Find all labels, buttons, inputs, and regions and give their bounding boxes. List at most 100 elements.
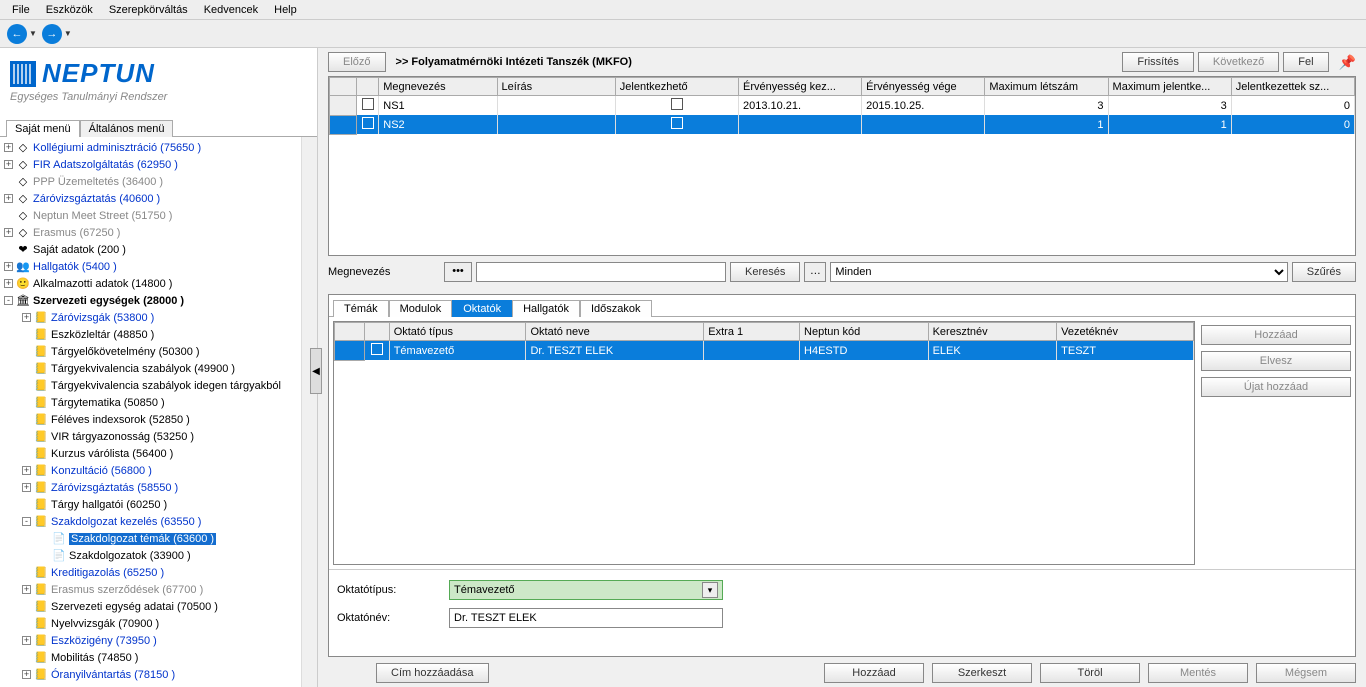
- tree-node[interactable]: 📄Szakdolgozatok (33900 ): [0, 547, 317, 564]
- tree-node[interactable]: 📒Tárgyelőkövetelmény (50300 ): [0, 343, 317, 360]
- tree-node[interactable]: +📒Konzultáció (56800 ): [0, 462, 317, 479]
- checkbox-icon[interactable]: [671, 98, 683, 110]
- subtab-hallgatók[interactable]: Hallgatók: [512, 300, 580, 317]
- column-header[interactable]: Jelentkezhető: [615, 78, 738, 96]
- nav-tree[interactable]: +◇Kollégiumi adminisztráció (75650 )+◇FI…: [0, 137, 317, 687]
- expand-toggle-icon[interactable]: [22, 415, 31, 424]
- expand-toggle-icon[interactable]: [22, 381, 31, 390]
- expand-toggle-icon[interactable]: [22, 653, 31, 662]
- tree-node[interactable]: +📒Záróvizsgák (53800 ): [0, 309, 317, 326]
- filter-button[interactable]: Szűrés: [1292, 262, 1356, 282]
- expand-toggle-icon[interactable]: +: [4, 262, 13, 271]
- tree-node[interactable]: +📒Erasmus szerződések (67700 ): [0, 581, 317, 598]
- column-header[interactable]: Neptun kód: [800, 323, 929, 341]
- expand-toggle-icon[interactable]: +: [4, 228, 13, 237]
- subtab-modulok[interactable]: Modulok: [389, 300, 453, 317]
- chevron-down-icon[interactable]: ▾: [702, 582, 718, 598]
- menu-file[interactable]: File: [4, 2, 38, 18]
- menu-kedvencek[interactable]: Kedvencek: [196, 2, 266, 18]
- tree-node[interactable]: +◇Erasmus (67250 ): [0, 224, 317, 241]
- pin-icon[interactable]: 📌: [1339, 54, 1356, 71]
- column-header[interactable]: Jelentkezettek sz...: [1231, 78, 1354, 96]
- menu-help[interactable]: Help: [266, 2, 305, 18]
- tree-node[interactable]: 📄Szakdolgozat témák (63600 ): [0, 530, 317, 547]
- expand-toggle-icon[interactable]: +: [22, 636, 31, 645]
- row-checkbox[interactable]: [362, 117, 374, 129]
- expand-toggle-icon[interactable]: +: [4, 279, 13, 288]
- refresh-button[interactable]: Frissítés: [1122, 52, 1194, 72]
- tree-node[interactable]: 📒Szervezeti egység adatai (70500 ): [0, 598, 317, 615]
- expand-toggle-icon[interactable]: [22, 364, 31, 373]
- expand-toggle-icon[interactable]: +: [22, 670, 31, 679]
- expand-toggle-icon[interactable]: -: [22, 517, 31, 526]
- tree-node[interactable]: ◇PPP Üzemeltetés (36400 ): [0, 173, 317, 190]
- sidebar-tab[interactable]: Saját menü: [6, 120, 80, 137]
- tree-node[interactable]: +📒Eszközigény (73950 ): [0, 632, 317, 649]
- tree-node[interactable]: -🏛Szervezeti egységek (28000 ): [0, 292, 317, 309]
- nav-back-button[interactable]: ←: [7, 24, 27, 44]
- edit-button[interactable]: Szerkeszt: [932, 663, 1032, 683]
- more-button[interactable]: …: [804, 262, 826, 282]
- column-header[interactable]: Oktató típus: [389, 323, 526, 341]
- tree-node[interactable]: 📒Nyelvvizsgák (70900 ): [0, 615, 317, 632]
- tree-node[interactable]: +◇Kollégiumi adminisztráció (75650 ): [0, 139, 317, 156]
- add-new-button[interactable]: Újat hozzáad: [1201, 377, 1351, 397]
- column-header[interactable]: Érvényesség kez...: [738, 78, 861, 96]
- row-checkbox[interactable]: [371, 343, 383, 355]
- subtab-témák[interactable]: Témák: [333, 300, 389, 317]
- tree-node[interactable]: +👥Hallgatók (5400 ): [0, 258, 317, 275]
- tree-node[interactable]: 📒Kreditigazolás (65250 ): [0, 564, 317, 581]
- column-header[interactable]: Leírás: [497, 78, 615, 96]
- column-header[interactable]: Maximum létszám: [985, 78, 1108, 96]
- expand-toggle-icon[interactable]: [22, 568, 31, 577]
- expand-toggle-icon[interactable]: +: [22, 585, 31, 594]
- column-header[interactable]: Extra 1: [704, 323, 800, 341]
- scrollbar[interactable]: [301, 137, 317, 687]
- expand-toggle-icon[interactable]: [22, 347, 31, 356]
- table-row[interactable]: TémavezetőDr. TESZT ELEKH4ESTDELEKTESZT: [335, 341, 1194, 361]
- expand-toggle-icon[interactable]: +: [22, 466, 31, 475]
- expand-toggle-icon[interactable]: [22, 449, 31, 458]
- expand-toggle-icon[interactable]: [40, 534, 49, 543]
- tree-node[interactable]: ❤Saját adatok (200 ): [0, 241, 317, 258]
- tree-node[interactable]: 📒Féléves indexsorok (52850 ): [0, 411, 317, 428]
- column-header[interactable]: Vezetéknév: [1057, 323, 1194, 341]
- type-combo[interactable]: Témavezető ▾: [449, 580, 723, 600]
- tree-node[interactable]: ◇Neptun Meet Street (51750 ): [0, 207, 317, 224]
- tree-node[interactable]: +📒Záróvizsgáztatás (58550 ): [0, 479, 317, 496]
- column-header[interactable]: Megnevezés: [379, 78, 497, 96]
- tree-node[interactable]: +◇Záróvizsgáztatás (40600 ): [0, 190, 317, 207]
- tree-node[interactable]: 📒Mobilitás (74850 ): [0, 649, 317, 666]
- chevron-down-icon[interactable]: ▼: [64, 29, 72, 38]
- filter-select[interactable]: Minden: [830, 262, 1287, 282]
- expand-toggle-icon[interactable]: -: [4, 296, 13, 305]
- expand-toggle-icon[interactable]: [4, 245, 13, 254]
- column-header[interactable]: Érvényesség vége: [862, 78, 985, 96]
- add-item-button[interactable]: Hozzáad: [1201, 325, 1351, 345]
- tree-node[interactable]: -📒Szakdolgozat kezelés (63550 ): [0, 513, 317, 530]
- column-header[interactable]: Oktató neve: [526, 323, 704, 341]
- nav-forward-button[interactable]: →: [42, 24, 62, 44]
- tree-node[interactable]: 📒Tárgyekvivalencia szabályok (49900 ): [0, 360, 317, 377]
- search-button[interactable]: Keresés: [730, 262, 800, 282]
- table-row[interactable]: NS12013.10.21.2015.10.25.330: [330, 96, 1355, 116]
- cancel-button[interactable]: Mégsem: [1256, 663, 1356, 683]
- tree-node[interactable]: 📒Tárgytematika (50850 ): [0, 394, 317, 411]
- add-title-button[interactable]: Cím hozzáadása: [376, 663, 489, 683]
- row-checkbox[interactable]: [362, 98, 374, 110]
- tree-node[interactable]: 📒Eszközleltár (48850 ): [0, 326, 317, 343]
- expand-toggle-icon[interactable]: +: [4, 194, 13, 203]
- expand-toggle-icon[interactable]: [22, 330, 31, 339]
- sidebar-collapse-button[interactable]: ◀: [310, 348, 322, 394]
- expand-toggle-icon[interactable]: [22, 432, 31, 441]
- next-button[interactable]: Következő: [1198, 52, 1279, 72]
- table-row[interactable]: NS2110: [330, 115, 1355, 134]
- tree-node[interactable]: 📒Kurzus várólista (56400 ): [0, 445, 317, 462]
- expand-toggle-icon[interactable]: [22, 500, 31, 509]
- add-button[interactable]: Hozzáad: [824, 663, 924, 683]
- expand-toggle-icon[interactable]: [40, 551, 49, 560]
- expand-toggle-icon[interactable]: +: [22, 483, 31, 492]
- save-button[interactable]: Mentés: [1148, 663, 1248, 683]
- sidebar-tab[interactable]: Általános menü: [80, 120, 174, 137]
- field-picker-button[interactable]: •••: [444, 262, 472, 282]
